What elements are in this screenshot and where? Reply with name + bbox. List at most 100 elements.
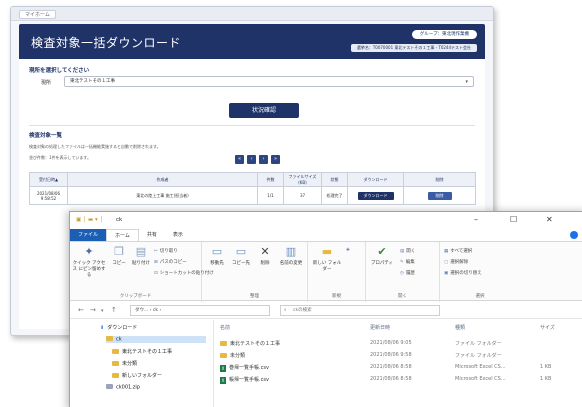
maximize-button[interactable]: ☐	[510, 215, 517, 224]
first-page-button[interactable]: «	[235, 155, 244, 164]
zip-icon	[106, 384, 113, 389]
delete-button[interactable]: ✕ 削除	[254, 246, 276, 267]
tab-file[interactable]: ファイル	[70, 229, 107, 241]
file-explorer-window: ▣ │ ▬ ▾ │ ck – ☐ ✕ ファイル ホーム 共有 表示 ✦ クイック…	[69, 211, 582, 407]
address-bar[interactable]: ダウ... › ck ›	[130, 305, 270, 316]
status-check-button[interactable]: 状況確認	[229, 103, 299, 118]
window-title: ck	[116, 217, 123, 223]
path-icon: ⊞	[154, 260, 158, 265]
select-none-button[interactable]: ▢ 選択解除	[444, 259, 468, 265]
status-cell: 処理完了	[321, 186, 348, 205]
cut-button[interactable]: ✂ 切り取り	[154, 248, 178, 254]
column-header-size[interactable]: サイズ	[540, 324, 555, 334]
site-select[interactable]: 東北テストその１工事 ▾	[64, 76, 474, 87]
copy-button[interactable]: ❐ コピー	[110, 246, 128, 267]
nav-item-ck[interactable]: ck	[106, 336, 206, 343]
nav-item-downloads[interactable]: ⬇ ダウンロード	[100, 324, 137, 331]
help-icon[interactable]	[570, 231, 578, 239]
column-header[interactable]: 受付日時▲	[29, 172, 68, 187]
rename-button[interactable]: ▥ 名前の変更	[278, 246, 304, 267]
ribbon: ✦ クイック アクセス にピン留めする ❐ コピー ▤ 貼り付け ✂ 切り取り ⊞…	[70, 241, 582, 302]
edit-icon: ✎	[400, 260, 404, 265]
file-size-cell: 37	[283, 186, 322, 205]
prev-page-button[interactable]: ‹	[247, 155, 256, 164]
up-arrow-icon[interactable]: ↑	[111, 306, 117, 314]
web-top-bar: マイホーム	[11, 7, 493, 21]
list-section-heading: 検査対象一覧	[29, 133, 63, 139]
folder-icon	[112, 360, 119, 366]
download-button[interactable]: ダウンロード	[357, 191, 394, 200]
site-label: 現所	[41, 80, 52, 86]
excel-icon: X	[220, 377, 226, 384]
recent-chevron-icon[interactable]: ▾	[101, 308, 104, 314]
folder-icon	[112, 372, 119, 378]
project-info: 選挙名：T0070001 東北テストその１工事 - T0244テスト会社	[350, 44, 477, 52]
group-label: 選択	[475, 294, 485, 299]
search-icon: ⌕	[284, 308, 287, 313]
forward-arrow-icon[interactable]: →	[90, 306, 96, 314]
nav-item-zip[interactable]: ck001.zip	[106, 384, 140, 391]
column-header: 件数	[257, 172, 284, 187]
new-folder-button[interactable]: ▬ 新しい フォルダー	[312, 246, 342, 273]
column-header: ダウンロード	[347, 172, 404, 187]
properties-button[interactable]: ✔ プロパティ	[368, 246, 396, 267]
delete-cell: 削除	[403, 186, 476, 205]
list-item[interactable]: 未分類 2021/08/06 9:58 ファイル フォルダー	[220, 352, 582, 362]
nav-item-unclassified[interactable]: 未分類	[112, 360, 137, 367]
tab-share[interactable]: 共有	[139, 229, 165, 241]
copy-to-button[interactable]: ▭ コピー先	[230, 246, 252, 267]
group-label: 開く	[398, 294, 407, 299]
explorer-title-bar: ▣ │ ▬ ▾ │ ck – ☐ ✕	[70, 212, 582, 228]
folder-icon	[220, 352, 227, 358]
delete-button[interactable]: 削除	[427, 191, 452, 200]
list-item[interactable]: X 巻帰一覧手帳.csv 2021/08/06 8:58 Microsoft Ex…	[220, 364, 582, 374]
home-tab[interactable]: マイホーム	[19, 10, 56, 19]
history-button[interactable]: ◷ 履歴	[400, 270, 415, 276]
download-cell: ダウンロード	[347, 186, 404, 205]
edit-button[interactable]: ✎ 編集	[400, 259, 415, 265]
close-button[interactable]: ✕	[546, 215, 553, 224]
last-page-button[interactable]: »	[271, 155, 280, 164]
clipboard-group: ✦ クイック アクセス にピン留めする ❐ コピー ▤ 貼り付け ✂ 切り取り ⊞…	[70, 242, 214, 302]
quick-access-toolbar-icon[interactable]: ▣ │ ▬ ▾ │	[76, 217, 103, 223]
pager-top: « ‹ › »	[235, 155, 280, 164]
move-to-button[interactable]: ▭ 移動先	[206, 246, 228, 267]
group-label: クリップボード	[119, 294, 152, 299]
select-group: ▦ すべて選択 ▢ 選択解除 ▣ 選択の切り替え 選択	[440, 242, 520, 302]
column-header: ファイルサイズ(KB)	[283, 172, 322, 187]
navigation-pane: ⬇ ダウンロード ck 東北テストその１工事 未分類 新しいフォルダー ck001…	[70, 320, 214, 407]
excel-icon: X	[220, 365, 226, 372]
folder-icon	[220, 340, 227, 346]
back-arrow-icon[interactable]: ←	[78, 306, 84, 314]
invert-selection-button[interactable]: ▣ 選択の切り替え	[444, 270, 482, 276]
list-item[interactable]: X 帳帰一覧手帳.csv 2021/08/06 8:58 Microsoft Ex…	[220, 376, 582, 386]
paste-icon: ▤	[135, 245, 147, 258]
open-button[interactable]: ▤ 開く	[400, 248, 415, 254]
tab-home[interactable]: ホーム	[106, 229, 139, 241]
invert-icon: ▣	[444, 271, 449, 276]
column-header-name[interactable]: 名前	[220, 324, 230, 334]
divider	[29, 125, 475, 126]
creator-cell: 東北の陸上工事 施工(担当者)	[67, 186, 258, 205]
paste-button[interactable]: ▤ 貼り付け	[130, 245, 152, 267]
tab-view[interactable]: 表示	[165, 229, 191, 241]
select-all-button[interactable]: ▦ すべて選択	[444, 248, 472, 254]
scissors-icon: ✂	[154, 249, 158, 254]
list-item[interactable]: 東北テストその１工事 2021/08/06 9:05 ファイル フォルダー	[220, 340, 582, 350]
group-label: 新規	[332, 294, 341, 299]
column-header-type[interactable]: 種類	[455, 324, 465, 334]
nav-item-new-folder[interactable]: 新しいフォルダー	[112, 372, 162, 379]
shortcut-icon: ⊡	[154, 271, 158, 276]
nav-item-project-folder[interactable]: 東北テストその１工事	[112, 348, 172, 355]
pin-quick-access-button[interactable]: ✦ クイック アクセス にピン留めする	[72, 246, 106, 279]
site-section-heading: 現所を選択してください	[29, 68, 90, 74]
next-page-button[interactable]: ›	[259, 155, 268, 164]
site-select-value: 東北テストその１工事	[70, 79, 115, 84]
group-label: 整理	[250, 294, 259, 299]
search-input[interactable]: ⌕ ckの検索	[280, 305, 440, 316]
column-header: 削除	[403, 172, 476, 187]
minimize-button[interactable]: –	[474, 215, 478, 224]
copy-path-button[interactable]: ⊞ パスのコピー	[154, 259, 187, 265]
new-item-icon[interactable]: ✚	[346, 248, 352, 253]
column-header-date[interactable]: 更新日時	[370, 324, 390, 334]
